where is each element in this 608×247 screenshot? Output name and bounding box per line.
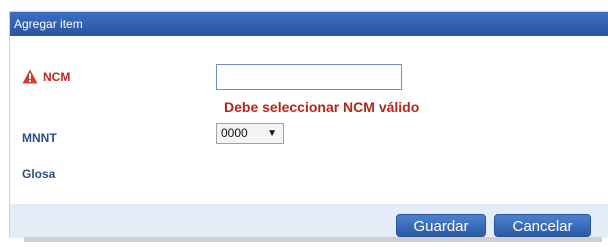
cancel-button[interactable]: Cancelar: [494, 214, 591, 237]
mnnt-select[interactable]: 0000 ▼: [216, 123, 284, 144]
ncm-label-row: NCM: [22, 69, 70, 84]
ncm-input[interactable]: [216, 64, 402, 90]
warning-triangle-icon: [22, 69, 38, 84]
ncm-error-message: Debe seleccionar NCM válido: [224, 99, 420, 115]
dialog-title-bar: Agregar item: [10, 12, 608, 36]
dialog-footer: Guardar Cancelar: [10, 204, 608, 238]
dialog-shadow: [24, 237, 602, 242]
save-button[interactable]: Guardar: [396, 214, 486, 237]
dialog-title: Agregar item: [14, 17, 83, 31]
chevron-down-icon: ▼: [267, 128, 277, 139]
add-item-dialog: Agregar item NCM Debe seleccionar NCM vá…: [9, 11, 608, 238]
dialog-body: NCM Debe seleccionar NCM válido MNNT 000…: [10, 36, 608, 204]
mnnt-select-value: 0000: [221, 126, 248, 140]
ncm-label: NCM: [43, 69, 71, 84]
mnnt-label: MNNT: [22, 131, 57, 145]
glosa-label: Glosa: [22, 167, 56, 181]
